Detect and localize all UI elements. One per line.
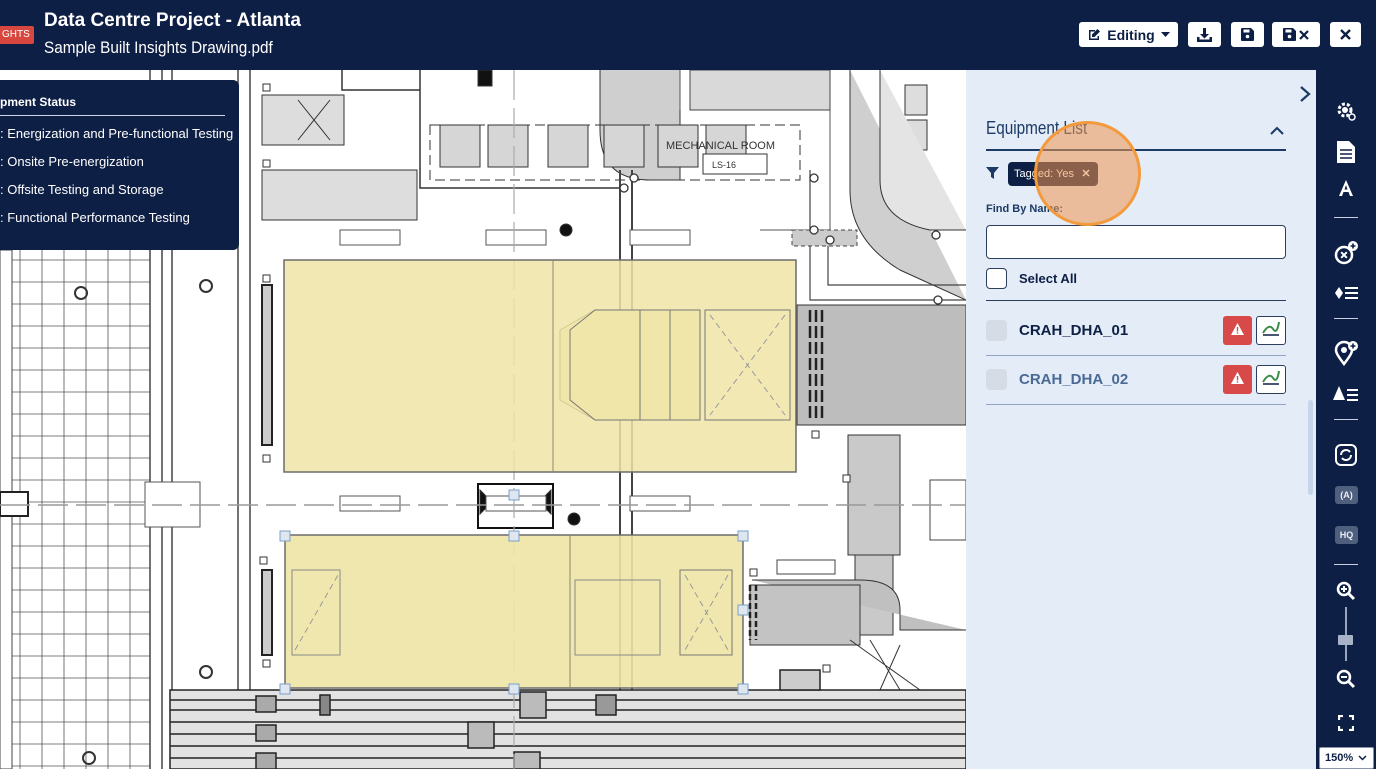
close-icon [1340,29,1351,40]
app-header: GHTS Data Centre Project - Atlanta Sampl… [0,0,1376,70]
select-all-label: Select All [1019,271,1078,286]
editing-mode-label: Editing [1107,26,1155,43]
save-and-close-button[interactable] [1272,22,1320,47]
crah-unit-01-highlight[interactable] [283,259,797,473]
fullscreen-icon[interactable] [1332,710,1360,736]
filter-icon[interactable] [986,166,999,179]
find-by-name-input[interactable] [986,225,1286,259]
zoom-level-value: 150% [1325,752,1354,764]
equipment-name[interactable]: CRAH_DHA_02 [1019,371,1128,388]
edit-icon [1087,28,1101,42]
hq-icon[interactable]: HQ [1335,526,1358,544]
select-all-checkbox[interactable] [986,268,1007,289]
zoom-slider-track[interactable] [1345,607,1347,661]
list-divider [986,404,1286,405]
trend-button[interactable] [1256,365,1286,394]
chevron-up-icon[interactable] [1270,123,1284,135]
trend-line-icon [1261,319,1281,342]
zoom-level-select[interactable]: 150% [1319,747,1374,769]
toolbar-divider [1334,564,1358,565]
toolbar-divider [1334,419,1358,420]
zoom-in-icon[interactable] [1332,578,1360,604]
legend-divider [0,115,225,116]
right-toolbar: (A) HQ [1316,70,1376,769]
download-icon [1197,27,1212,42]
chevron-down-icon [1358,752,1367,764]
text-icon[interactable] [1332,175,1360,201]
warning-button[interactable] [1223,365,1252,394]
legend-item: : Offsite Testing and Storage [0,182,164,197]
list-divider [986,355,1286,356]
app-logo-badge[interactable]: GHTS [0,26,34,44]
trend-button[interactable] [1256,316,1286,345]
row-checkbox[interactable] [986,320,1007,341]
add-equipment-icon[interactable] [1332,240,1360,266]
trend-line-icon [1261,368,1281,391]
equipment-status-legend: pment Status : Energization and Pre-func… [0,80,239,250]
zoom-slider-thumb[interactable] [1338,635,1353,645]
caret-down-icon [1160,31,1170,38]
save-close-icon [1283,28,1296,41]
zoom-out-icon[interactable] [1332,666,1360,692]
click-highlight-ring [1034,121,1141,226]
issues-list-icon[interactable] [1332,381,1360,407]
toolbar-divider [1334,217,1358,218]
collapse-panel-chevron-icon[interactable] [1296,84,1314,104]
app-window: GHTS Data Centre Project - Atlanta Sampl… [0,0,1376,769]
save-icon [1241,28,1254,41]
row-checkbox[interactable] [986,369,1007,390]
toolbar-divider [1334,318,1358,319]
legend-title: pment Status [0,95,77,109]
equipment-name[interactable]: CRAH_DHA_01 [1019,322,1128,339]
editing-mode-dropdown[interactable]: Editing [1079,22,1178,47]
project-title: Data Centre Project - Atlanta [44,10,301,31]
equipment-list-panel: Equipment List Tagged: Yes Find By Name:… [966,70,1316,769]
warning-icon [1231,371,1244,389]
legend-item: : Onsite Pre-energization [0,154,144,169]
document-list-icon[interactable] [1332,139,1360,165]
close-button[interactable] [1330,22,1361,47]
warning-button[interactable] [1223,316,1252,345]
file-name: Sample Built Insights Drawing.pdf [44,38,273,57]
room-code: LS-16 [712,160,736,170]
equipment-list-icon[interactable] [1332,280,1360,306]
legend-item: : Functional Performance Testing [0,210,190,225]
add-location-icon[interactable] [1332,340,1360,366]
warning-icon [1231,322,1244,340]
save-button[interactable] [1231,22,1264,47]
room-label: MECHANICAL ROOM [666,140,775,152]
settings-gear-icon[interactable] [1332,98,1360,124]
sync-icon[interactable] [1332,442,1360,468]
panel-scrollbar[interactable] [1308,400,1313,495]
small-x-icon [1299,29,1309,40]
download-button[interactable] [1188,22,1221,47]
ai-icon[interactable]: (A) [1335,486,1358,504]
legend-item: : Energization and Pre-functional Testin… [0,126,234,141]
list-divider [986,300,1286,301]
